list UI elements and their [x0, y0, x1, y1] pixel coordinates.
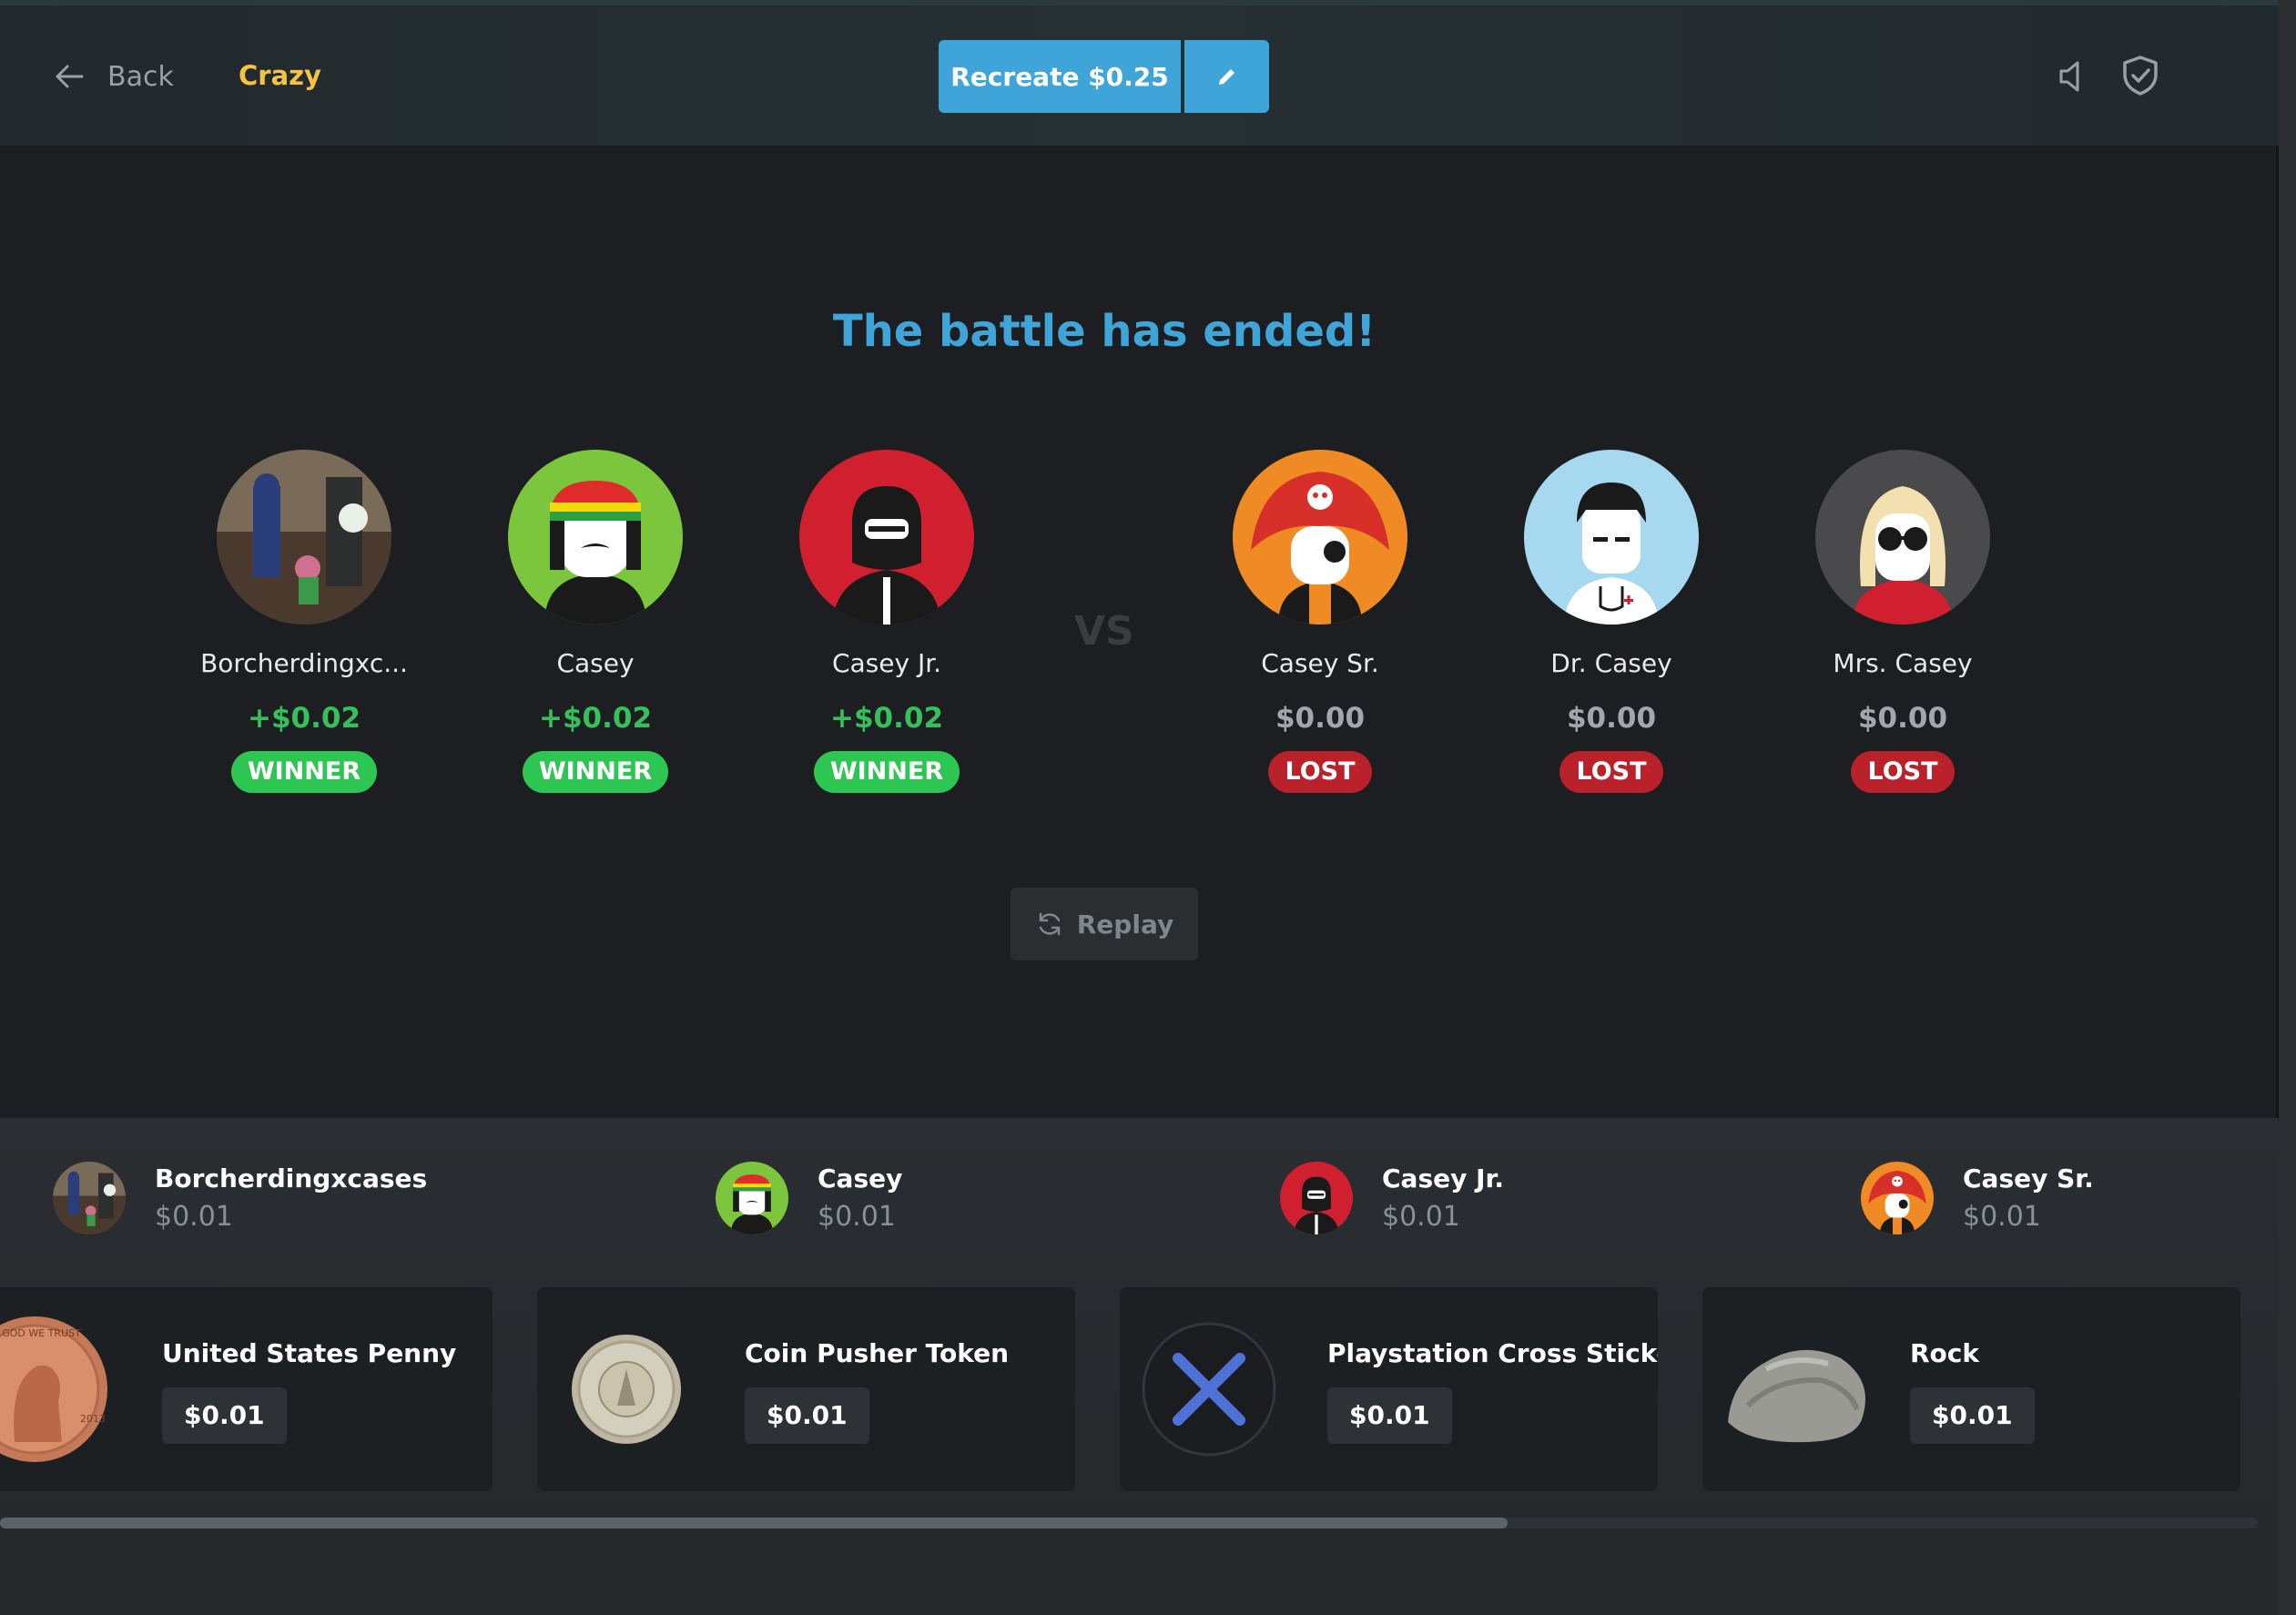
- player-name: Casey Sr.: [1963, 1163, 2094, 1193]
- lost-badge: LOST: [1268, 751, 1372, 793]
- vs-label: VS: [1074, 608, 1134, 655]
- drop-column-header: Casey Sr. $0.01: [1861, 1162, 2094, 1234]
- recreate-label: Recreate $0.25: [950, 61, 1169, 92]
- player-card[interactable]: Mrs. Casey $0.00 LOST: [1757, 450, 2048, 793]
- player-name: Casey Jr.: [1382, 1163, 1504, 1193]
- player-card[interactable]: Borcherdingxc... +$0.02 WINNER: [158, 450, 450, 793]
- item-price: $0.01: [1327, 1387, 1452, 1444]
- drop-column-header: Casey $0.01: [716, 1162, 902, 1234]
- page-footer-area: [0, 1529, 2278, 1615]
- item-card[interactable]: IN GOD WE TRUST 2013 United States Penny…: [0, 1287, 493, 1491]
- winner-badge: WINNER: [813, 751, 960, 793]
- cross-sticker-image: [1142, 1322, 1276, 1457]
- drop-column-header: Casey Jr. $0.01: [1280, 1162, 1504, 1234]
- avatar: [53, 1162, 126, 1234]
- sound-icon[interactable]: [2056, 58, 2090, 95]
- winner-badge: WINNER: [230, 751, 378, 793]
- pencil-icon: [1218, 69, 1234, 85]
- player-amount: $0.00: [1275, 702, 1366, 735]
- player-amount: +$0.02: [247, 702, 361, 735]
- avatar: [508, 450, 683, 625]
- item-card[interactable]: Playstation Cross Sticker $0.01: [1120, 1287, 1658, 1491]
- item-name: Coin Pusher Token: [745, 1338, 1010, 1368]
- player-amount: +$0.02: [829, 702, 944, 735]
- avatar: [1815, 450, 1990, 625]
- player-name: Mrs. Casey: [1833, 648, 1973, 678]
- avatar: [1233, 450, 1407, 625]
- item-name: Playstation Cross Sticker: [1327, 1338, 1658, 1368]
- player-name: Borcherdingxcases: [155, 1163, 428, 1193]
- drop-column-header: Borcherdingxcases $0.01: [53, 1162, 427, 1234]
- player-name: Casey: [818, 1163, 903, 1193]
- player-card[interactable]: Dr. Casey $0.00 LOST: [1466, 450, 1757, 793]
- avatar: [799, 450, 974, 625]
- player-amount: $0.00: [1857, 702, 1948, 735]
- player-card[interactable]: Casey +$0.02 WINNER: [450, 450, 741, 793]
- replay-label: Replay: [1076, 909, 1174, 940]
- winner-badge: WINNER: [522, 751, 669, 793]
- player-amount: $0.00: [1566, 702, 1657, 735]
- item-name: United States Penny: [162, 1338, 457, 1368]
- avatar: [716, 1162, 788, 1234]
- penny-image: IN GOD WE TRUST 2013: [0, 1316, 107, 1462]
- back-label: Back: [107, 60, 174, 93]
- player-name: Dr. Casey: [1550, 648, 1672, 678]
- item-card[interactable]: Rock $0.01: [1702, 1287, 2240, 1491]
- svg-text:IN GOD WE TRUST: IN GOD WE TRUST: [0, 1327, 81, 1339]
- back-button[interactable]: Back: [51, 58, 174, 95]
- avatar: [1524, 450, 1699, 625]
- player-total: $0.01: [155, 1201, 233, 1233]
- player-total: $0.01: [1963, 1201, 2041, 1233]
- lost-badge: LOST: [1851, 751, 1955, 793]
- arrow-left-icon: [56, 65, 84, 88]
- player-card[interactable]: Casey Sr. $0.00 LOST: [1174, 450, 1466, 793]
- right-divider: [2276, 146, 2279, 1120]
- svg-text:2013: 2013: [80, 1413, 106, 1425]
- battle-result-title: The battle has ended!: [832, 306, 1377, 357]
- player-name: Borcherdingxc...: [200, 648, 408, 678]
- rock-image: [1728, 1349, 1865, 1443]
- item-price: $0.01: [162, 1387, 287, 1444]
- horizontal-scrollbar-thumb[interactable]: [0, 1518, 1508, 1529]
- player-amount: +$0.02: [538, 702, 653, 735]
- player-name: Casey Jr.: [831, 648, 942, 678]
- item-card[interactable]: Coin Pusher Token $0.01: [537, 1287, 1075, 1491]
- edit-button[interactable]: [1184, 40, 1269, 113]
- player-card[interactable]: Casey Jr. +$0.02 WINNER: [741, 450, 1032, 793]
- lost-badge: LOST: [1559, 751, 1663, 793]
- player-name: Casey Sr.: [1261, 648, 1379, 678]
- replay-button[interactable]: Replay: [1011, 888, 1198, 960]
- player-name: Casey: [556, 648, 635, 678]
- shield-check-icon[interactable]: [2121, 55, 2159, 96]
- player-total: $0.01: [818, 1201, 896, 1233]
- recreate-button[interactable]: Recreate $0.25: [939, 40, 1181, 113]
- refresh-icon: [1039, 912, 1060, 936]
- avatar: [1861, 1162, 1934, 1234]
- avatar: [1280, 1162, 1353, 1234]
- right-edge: [2278, 0, 2296, 1615]
- item-name: Rock: [1910, 1338, 1980, 1368]
- player-total: $0.01: [1382, 1201, 1460, 1233]
- avatar: [217, 450, 391, 625]
- item-price: $0.01: [1910, 1387, 2035, 1444]
- top-bar: Back Crazy Recreate $0.25: [0, 0, 2278, 147]
- battle-mode-label: Crazy: [239, 60, 321, 91]
- token-image: [572, 1335, 681, 1444]
- item-price: $0.01: [745, 1387, 869, 1444]
